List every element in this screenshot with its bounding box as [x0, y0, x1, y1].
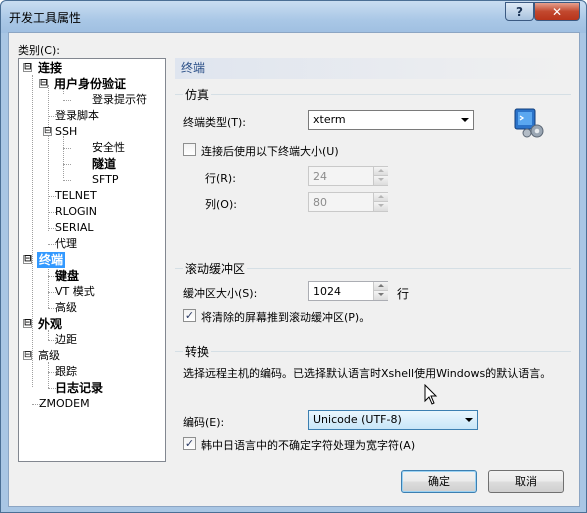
- ok-button-label: 确定: [428, 475, 450, 488]
- translation-description: 选择远程主机的编码。已选择默认语言时Xshell使用Windows的默认语言。: [183, 367, 552, 380]
- tree-item-label: 终端: [37, 252, 66, 268]
- encoding-select[interactable]: Unicode (UTF-8): [308, 410, 478, 430]
- category-tree[interactable]: ⊟ 连接 ⊟ 用户身份验证 登录提示符 登录脚本 ⊟ SSH 安全性 隧道 SF…: [18, 58, 166, 462]
- tree-item-label: SSH: [55, 125, 78, 138]
- tree-line: [48, 362, 49, 388]
- chevron-down-icon: [461, 118, 469, 122]
- cjk-wide-checkbox[interactable]: ✓: [183, 437, 196, 450]
- tree-item-label: 用户身份验证: [54, 77, 127, 91]
- tree-line: [48, 85, 49, 231]
- terminal-type-label: 终端类型(T):: [183, 116, 247, 129]
- category-label: 类别(C):: [18, 44, 60, 57]
- selected-value: xterm: [313, 113, 346, 126]
- tree-connector: [63, 100, 71, 101]
- buffer-unit-label: 行: [397, 287, 410, 301]
- stepper-buttons: [373, 193, 388, 211]
- mouse-pointer-icon: [424, 383, 440, 409]
- encoding-label: 编码(E):: [183, 416, 225, 429]
- tree-item-label: ZMODEM: [39, 397, 90, 410]
- cancel-button[interactable]: 取消: [488, 470, 564, 493]
- dialog-client: 类别(C): ⊟ 连接 ⊟ 用户身份验证 登录提示符 登录脚本 ⊟ SSH 安全…: [8, 32, 580, 507]
- group-title: 滚动缓冲区: [183, 260, 248, 277]
- panel-header: 终端: [175, 58, 569, 79]
- cols-value: 80: [313, 196, 327, 209]
- dialog-window: 开发工具属性 ? ✕ 类别(C): ⊟ 连接 ⊟ 用户身份验证 登录提示符 登录…: [0, 0, 587, 513]
- use-size-checkbox[interactable]: [183, 143, 196, 156]
- selected-value: Unicode (UTF-8): [313, 413, 402, 426]
- tree-line: [63, 136, 64, 178]
- stepper-up-icon[interactable]: [374, 282, 388, 291]
- collapse-icon[interactable]: ⊟: [23, 351, 32, 360]
- stepper-down-icon[interactable]: [374, 202, 388, 211]
- tree-line: [32, 75, 33, 387]
- push-to-buffer-checkbox[interactable]: ✓: [183, 309, 196, 322]
- ok-button[interactable]: 确定: [401, 470, 477, 493]
- cancel-button-label: 取消: [515, 475, 537, 488]
- close-button[interactable]: ✕: [534, 2, 580, 21]
- tree-connector: [63, 180, 71, 181]
- tree-item-label: 隧道: [92, 157, 117, 171]
- tree-item-label: 安全性: [92, 141, 125, 154]
- stepper-buttons: [373, 167, 388, 185]
- buffer-size-stepper[interactable]: 1024: [308, 281, 388, 301]
- tree-item-label: 键盘: [55, 269, 80, 283]
- help-icon: ?: [516, 4, 523, 19]
- stepper-buttons: [373, 282, 388, 300]
- group-title: 仿真: [183, 86, 212, 103]
- rows-label: 行(R):: [205, 172, 236, 185]
- tree-item-label: TELNET: [55, 189, 97, 202]
- use-size-label: 连接后使用以下终端大小(U): [201, 145, 339, 158]
- terminal-gear-icon: [513, 106, 547, 140]
- tree-item-label: VT 模式: [55, 285, 95, 298]
- help-button[interactable]: ?: [505, 2, 534, 21]
- tree-line: [48, 266, 49, 308]
- push-to-buffer-label: 将清除的屏幕推到滚动缓冲区(P)。: [201, 311, 371, 324]
- window-title: 开发工具属性: [9, 11, 82, 25]
- tree-item-label: SERIAL: [55, 221, 94, 234]
- stepper-down-icon[interactable]: [374, 176, 388, 185]
- stepper-down-icon[interactable]: [374, 291, 388, 300]
- chevron-down-icon: [465, 418, 473, 422]
- tree-item-label: 边距: [55, 333, 77, 346]
- rows-stepper[interactable]: 24: [308, 166, 388, 186]
- close-icon: ✕: [551, 4, 563, 19]
- group-title: 转换: [183, 343, 212, 360]
- terminal-type-select[interactable]: xterm: [308, 110, 474, 130]
- collapse-icon[interactable]: ⊟: [23, 319, 32, 328]
- tree-item-label: 日志记录: [55, 381, 104, 395]
- cols-label: 列(O):: [205, 198, 237, 211]
- rows-value: 24: [313, 170, 327, 183]
- tree-item-label: 代理: [55, 237, 77, 250]
- translation-group: 转换 选择远程主机的编码。已选择默认语言时Xshell使用Windows的默认语…: [175, 343, 571, 461]
- cjk-wide-label: 韩中日语言中的不确定字符处理为宽字符(A): [201, 439, 416, 452]
- tree-item-label: 登录提示符: [92, 93, 147, 106]
- tree-item-label: 跟踪: [55, 365, 77, 378]
- tree-item-label: 高级: [55, 301, 77, 314]
- tree-connector: [63, 164, 71, 165]
- buffer-size-value: 1024: [313, 285, 341, 298]
- stepper-up-icon[interactable]: [374, 167, 388, 176]
- stepper-up-icon[interactable]: [374, 193, 388, 202]
- buffer-size-label: 缓冲区大小(S):: [183, 287, 258, 300]
- collapse-icon[interactable]: ⊟: [23, 255, 32, 264]
- tree-item-label: RLOGIN: [55, 205, 98, 218]
- tree-item-label: 连接: [38, 61, 63, 75]
- tree-item-label: 登录脚本: [55, 109, 99, 122]
- collapse-icon[interactable]: ⊟: [39, 79, 48, 88]
- tree-connector: [63, 148, 71, 149]
- collapse-icon[interactable]: ⊟: [43, 127, 52, 136]
- title-bar[interactable]: 开发工具属性 ? ✕: [1, 1, 586, 33]
- emulation-group: 仿真 终端类型(T): xterm 连接后使用以下终端大小(U) 行(R): 2…: [175, 86, 571, 244]
- collapse-icon[interactable]: ⊟: [23, 63, 32, 72]
- tree-item-label: 高级: [38, 349, 60, 362]
- tree-item-label: SFTP: [92, 173, 119, 186]
- cols-stepper[interactable]: 80: [308, 192, 388, 212]
- tree-item-label: 外观: [38, 317, 63, 331]
- scroll-buffer-group: 滚动缓冲区 缓冲区大小(S): 1024 行 ✓ 将清除的屏幕推到滚动缓冲区(P…: [175, 260, 571, 328]
